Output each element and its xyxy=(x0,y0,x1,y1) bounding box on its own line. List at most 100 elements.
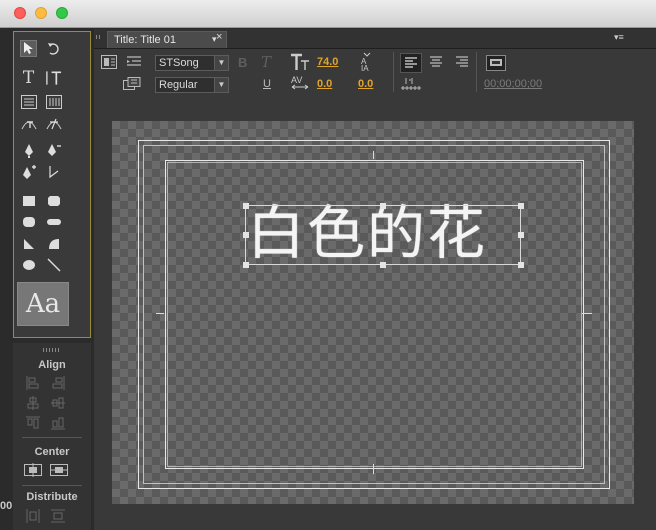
center-vertical-icon[interactable] xyxy=(50,463,68,477)
font-family-value: STSong xyxy=(159,57,199,69)
kerning-value[interactable]: 0.0 xyxy=(317,78,332,90)
align-separator xyxy=(22,437,82,438)
minimize-window-button[interactable] xyxy=(35,7,47,19)
font-preview: Aa xyxy=(17,282,69,326)
templates-icon[interactable] xyxy=(123,77,143,94)
convert-anchor-point-tool[interactable] xyxy=(45,163,62,180)
underline-button[interactable]: U xyxy=(263,78,271,90)
align-left-icon[interactable] xyxy=(26,376,40,390)
title-canvas[interactable]: 白色的花 xyxy=(112,121,634,504)
type-t-icon: T xyxy=(22,67,35,88)
path-type-icon xyxy=(21,120,36,129)
show-background-video-icon[interactable] xyxy=(486,55,506,71)
align-vertical-center-icon[interactable] xyxy=(51,396,65,410)
align-right-text-button[interactable] xyxy=(453,54,471,73)
leading-icon: A IA xyxy=(358,52,376,75)
panel-grip[interactable] xyxy=(43,348,61,352)
left-center-mark xyxy=(156,313,164,314)
vertical-type-icon xyxy=(46,70,62,85)
wedge-tool[interactable] xyxy=(20,235,37,252)
resize-handle-bottom-right[interactable] xyxy=(518,262,524,268)
center-separator xyxy=(22,485,82,486)
convert-point-icon xyxy=(48,165,58,178)
align-section-label: Align xyxy=(38,359,66,371)
ellipse-tool[interactable] xyxy=(20,256,37,273)
rounded-rectangle-icon xyxy=(22,216,35,227)
text-bounding-box[interactable] xyxy=(245,205,521,265)
area-type-tool[interactable] xyxy=(20,93,37,110)
roll-crawl-options-icon[interactable] xyxy=(101,55,117,72)
add-anchor-point-tool[interactable] xyxy=(20,163,37,180)
vertical-type-tool[interactable] xyxy=(45,69,62,86)
selection-tool[interactable] xyxy=(20,40,37,57)
rectangle-icon xyxy=(22,195,35,206)
top-center-mark xyxy=(373,151,374,159)
distribute-vertical-icon[interactable] xyxy=(51,509,65,523)
align-panel: Align Center Distribute xyxy=(13,343,91,530)
pen-plus-icon xyxy=(22,164,36,179)
pen-icon xyxy=(24,143,33,158)
pen-minus-icon xyxy=(47,143,61,156)
path-type-tool[interactable] xyxy=(20,115,37,132)
resize-handle-middle-left[interactable] xyxy=(243,232,249,238)
resize-handle-bottom-center[interactable] xyxy=(380,262,386,268)
vertical-path-type-tool[interactable] xyxy=(45,115,62,132)
rounded-rectangle-tool[interactable] xyxy=(45,213,62,230)
tab-grip[interactable] xyxy=(96,35,102,39)
resize-handle-bottom-left[interactable] xyxy=(243,262,249,268)
line-icon xyxy=(47,258,60,271)
ellipse-icon xyxy=(22,259,35,270)
resize-handle-middle-right[interactable] xyxy=(518,232,524,238)
leading-value[interactable]: 0.0 xyxy=(358,78,373,90)
resize-handle-top-center[interactable] xyxy=(380,203,386,209)
clipped-corner-rectangle-tool[interactable] xyxy=(45,192,62,209)
font-size-icon xyxy=(290,53,310,74)
edge-fragment-text: 00 xyxy=(0,500,13,512)
italic-button[interactable]: T xyxy=(261,53,271,71)
distribute-section-label: Distribute xyxy=(26,491,78,503)
line-tool[interactable] xyxy=(45,256,62,273)
font-family-dropdown[interactable]: STSong ▼ xyxy=(155,55,229,71)
rectangle-tool[interactable] xyxy=(20,192,37,209)
delete-anchor-point-tool[interactable] xyxy=(45,142,62,159)
align-top-icon[interactable] xyxy=(26,416,40,430)
right-center-mark xyxy=(582,313,592,314)
font-style-dropdown[interactable]: Regular ▼ xyxy=(155,77,229,93)
background-timecode[interactable]: 00;00;00;00 xyxy=(484,78,542,90)
tab-close-icon[interactable]: × xyxy=(216,31,222,43)
rounded-corner-rectangle-tool[interactable] xyxy=(20,213,37,230)
bold-button[interactable]: B xyxy=(238,55,247,70)
vertical-path-type-icon xyxy=(46,118,61,129)
title-tools-panel: T Aa xyxy=(13,31,91,338)
panel-menu-icon[interactable]: ▾≡ xyxy=(614,32,624,43)
chevron-down-icon: ▼ xyxy=(214,56,228,70)
align-left-text-button[interactable] xyxy=(400,53,422,73)
tab-title-01[interactable]: Title: Title 01 ▾ xyxy=(107,31,227,48)
wedge-icon xyxy=(23,238,34,249)
pill-icon xyxy=(46,218,61,225)
font-size-value[interactable]: 74.0 xyxy=(317,56,338,68)
svg-text:IA: IA xyxy=(361,64,369,72)
vertical-area-type-tool[interactable] xyxy=(45,93,62,110)
align-right-icon[interactable] xyxy=(51,376,65,390)
rotation-tool[interactable] xyxy=(45,40,62,57)
tab-ruler-icon xyxy=(400,76,422,95)
align-horizontal-center-icon[interactable] xyxy=(26,396,40,410)
tab-label: Title: Title 01 xyxy=(114,34,176,46)
toolbar-divider xyxy=(476,52,477,92)
toolbar-divider xyxy=(393,52,394,92)
resize-handle-top-left[interactable] xyxy=(243,203,249,209)
arc-tool[interactable] xyxy=(45,235,62,252)
center-horizontal-icon[interactable] xyxy=(24,463,42,477)
maximize-window-button[interactable] xyxy=(56,7,68,19)
tab-stops-icon[interactable] xyxy=(126,55,142,72)
align-bottom-icon[interactable] xyxy=(51,416,65,430)
clipped-rectangle-icon xyxy=(47,195,60,206)
align-center-text-button[interactable] xyxy=(427,54,445,73)
close-window-button[interactable] xyxy=(14,7,26,19)
pen-tool[interactable] xyxy=(20,142,37,159)
resize-handle-top-right[interactable] xyxy=(518,203,524,209)
type-tool[interactable]: T xyxy=(20,67,37,88)
area-type-icon xyxy=(20,94,37,109)
distribute-horizontal-icon[interactable] xyxy=(26,509,40,523)
